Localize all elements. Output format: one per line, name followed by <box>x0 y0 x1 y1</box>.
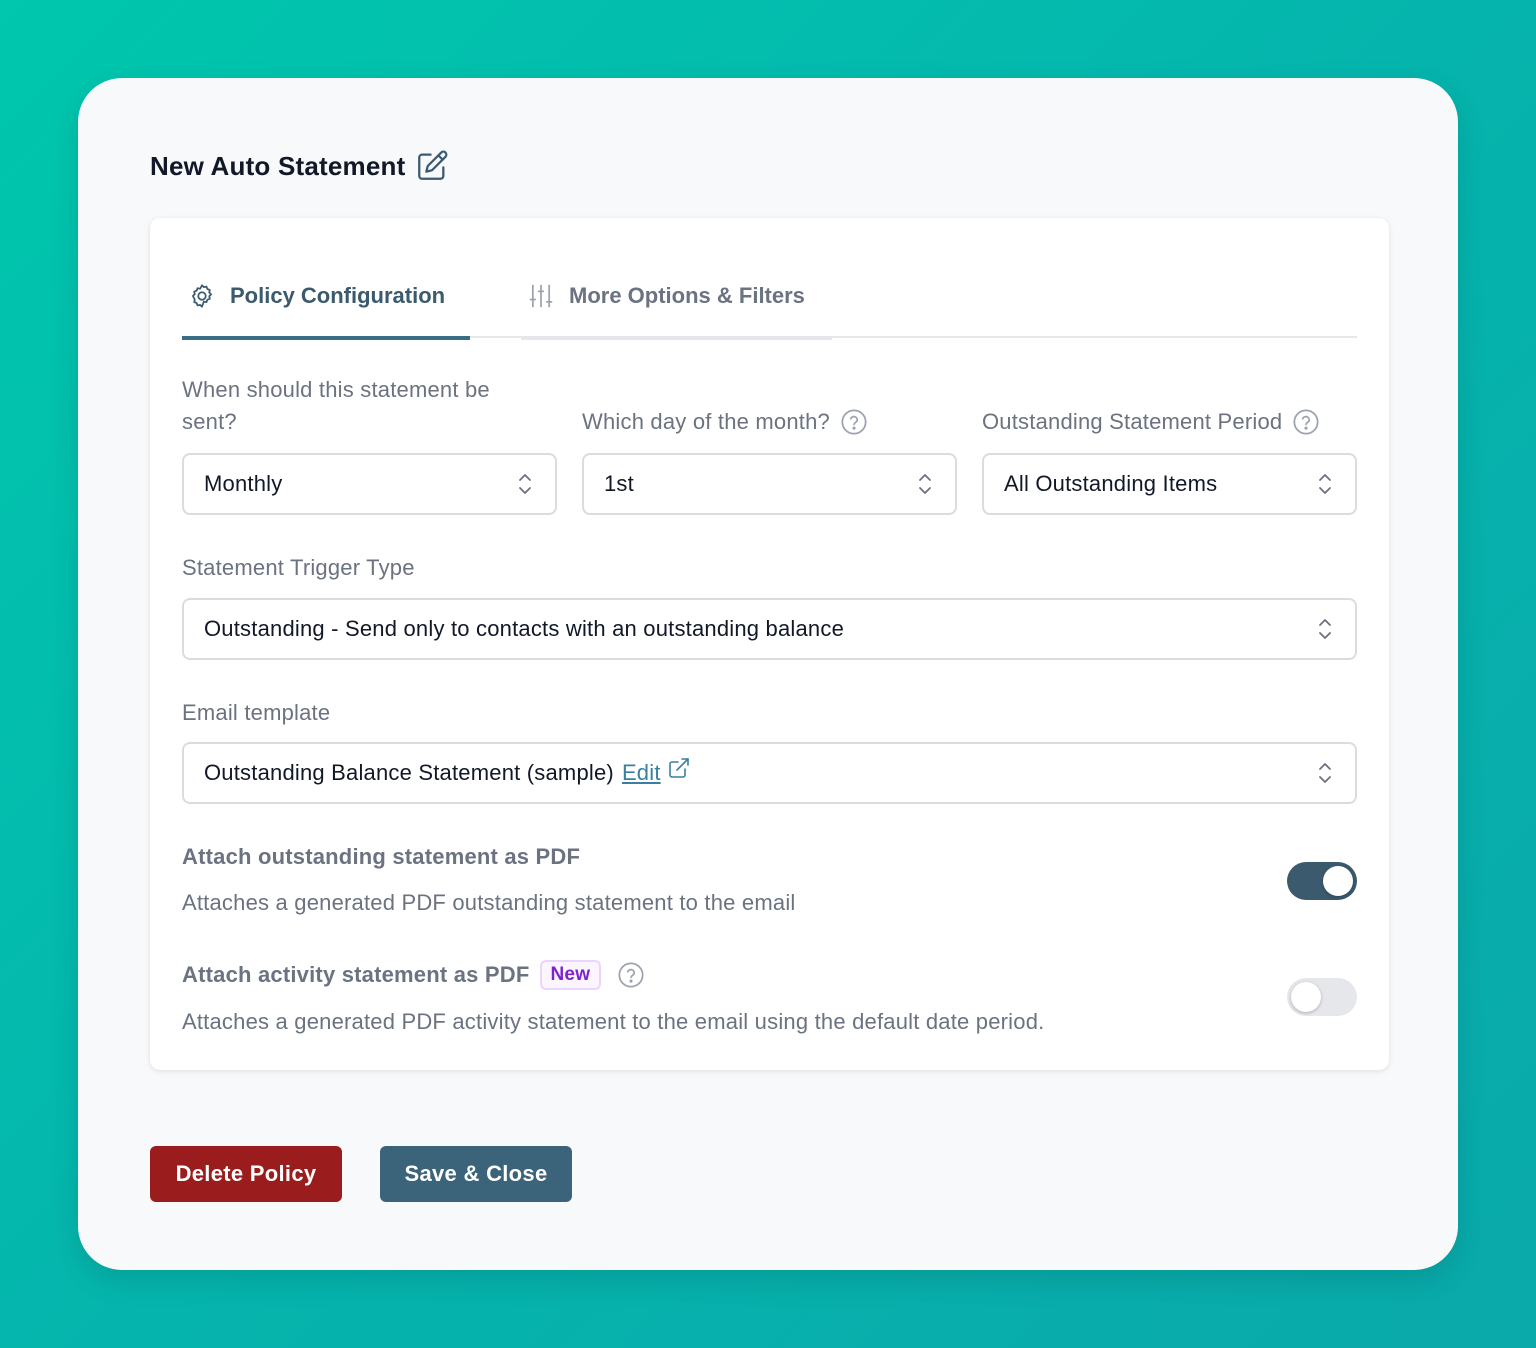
frequency-label: When should this statement be sent? <box>182 377 490 434</box>
frequency-select[interactable]: Monthly <box>182 453 557 515</box>
tab-bar: Policy Configuration More Options & Filt… <box>182 258 1357 340</box>
help-icon[interactable] <box>840 408 868 436</box>
sliders-icon <box>527 282 555 310</box>
help-icon[interactable] <box>1292 408 1320 436</box>
period-label-row: Outstanding Statement Period <box>982 406 1320 438</box>
tab-more-options-label: More Options & Filters <box>569 283 805 308</box>
policy-card: Policy Configuration More Options & Filt… <box>150 218 1389 1070</box>
edit-template-link[interactable]: Edit <box>622 760 661 786</box>
template-select[interactable]: Outstanding Balance Statement (sample) E… <box>182 742 1357 804</box>
toggle-knob <box>1291 982 1321 1012</box>
delete-policy-button[interactable]: Delete Policy <box>150 1146 342 1202</box>
frequency-value: Monthly <box>204 471 283 496</box>
help-icon[interactable] <box>617 961 645 989</box>
template-value: Outstanding Balance Statement (sample) <box>204 760 614 785</box>
period-select[interactable]: All Outstanding Items <box>982 453 1357 515</box>
day-of-month-value: 1st <box>604 471 634 496</box>
day-of-month-label: Which day of the month? <box>582 409 830 434</box>
page-title: New Auto Statement <box>150 150 406 181</box>
attach-activity-title-row: Attach activity statement as PDF New <box>182 960 645 990</box>
pencil-square-icon[interactable] <box>415 149 449 183</box>
attach-activity-title: Attach activity statement as PDF <box>182 962 530 987</box>
day-of-month-label-row: Which day of the month? <box>582 406 868 438</box>
chevron-up-down-icon <box>515 470 535 498</box>
trigger-value: Outstanding - Send only to contacts with… <box>204 616 845 641</box>
gear-icon <box>188 282 216 310</box>
new-badge: New <box>539 960 602 990</box>
template-label: Email template <box>182 700 331 725</box>
chevron-up-down-icon <box>915 470 935 498</box>
chevron-up-down-icon <box>1315 759 1335 787</box>
auto-statement-modal: New Auto Statement Policy Configuration <box>78 78 1458 1270</box>
tab-policy-configuration[interactable]: Policy Configuration <box>182 258 470 340</box>
title-row: New Auto Statement <box>150 146 449 186</box>
period-label: Outstanding Statement Period <box>982 409 1283 434</box>
trigger-select[interactable]: Outstanding - Send only to contacts with… <box>182 598 1357 660</box>
trigger-label: Statement Trigger Type <box>182 555 415 580</box>
period-value: All Outstanding Items <box>1004 471 1218 496</box>
tab-policy-configuration-label: Policy Configuration <box>230 283 446 308</box>
attach-activity-description: Attaches a generated PDF activity statem… <box>182 1009 1045 1034</box>
attach-outstanding-title: Attach outstanding statement as PDF <box>182 844 581 869</box>
attach-activity-toggle[interactable] <box>1287 978 1357 1016</box>
save-close-button[interactable]: Save & Close <box>380 1146 572 1202</box>
chevron-up-down-icon <box>1315 470 1335 498</box>
toggle-knob <box>1323 866 1353 896</box>
attach-outstanding-description: Attaches a generated PDF outstanding sta… <box>182 890 796 915</box>
day-of-month-select[interactable]: 1st <box>582 453 957 515</box>
chevron-up-down-icon <box>1315 615 1335 643</box>
tab-more-options[interactable]: More Options & Filters <box>521 258 832 340</box>
attach-outstanding-toggle[interactable] <box>1287 862 1357 900</box>
external-link-icon[interactable] <box>667 756 691 780</box>
